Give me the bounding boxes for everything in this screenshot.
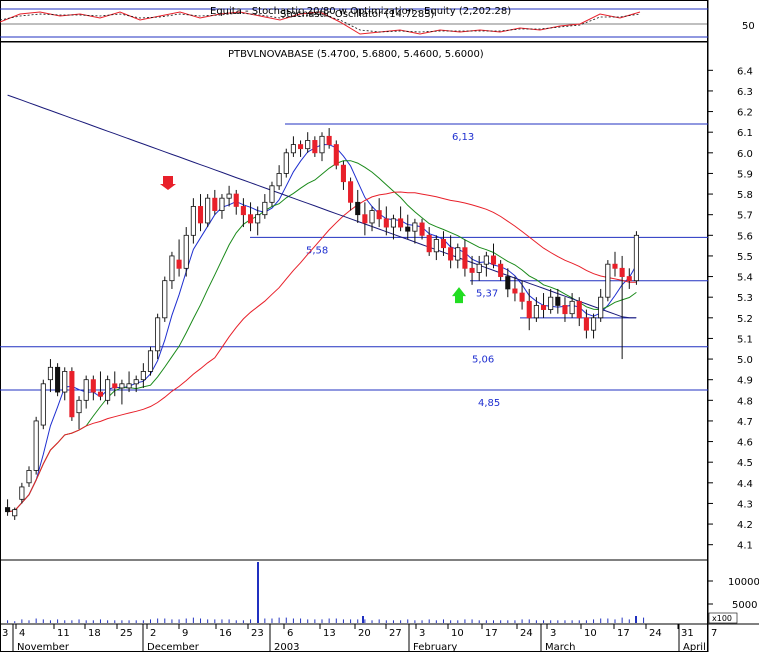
level-label: 5,37 (476, 289, 498, 300)
candle (283, 148, 289, 178)
level-label: 5,58 (306, 245, 328, 256)
month-label: December (147, 642, 200, 653)
price-tick-label: 5.8 (737, 190, 753, 201)
candle (605, 260, 611, 302)
main-title: PTBVLNOVABASE (5.4700, 5.6800, 5.4600, 5… (228, 49, 484, 60)
month-label: March (545, 642, 575, 653)
volume-tick-10000: 10000 (728, 577, 759, 588)
candle (633, 231, 639, 285)
level-label: 6,13 (452, 132, 474, 143)
volume-tick-5000: 5000 (732, 600, 757, 611)
date-tick-label: 17 (485, 628, 498, 639)
date-tick-label: 2 (150, 628, 156, 639)
date-tick-label: 13 (323, 628, 336, 639)
price-tick-label: 4.4 (737, 479, 753, 490)
price-tick-label: 6.3 (737, 87, 753, 98)
date-tick-label: 9 (182, 628, 188, 639)
candle (105, 375, 111, 405)
chart-frame (0, 0, 708, 652)
price-axis: 6.4 6.3 6.2 6.1 6.0 5.9 5.8 5.7 5.6 5.5 5.4 5.3 5.2 5… (708, 66, 753, 552)
stochastic-panel: Equita - Stochastic 20/80 w Optimization… (0, 0, 755, 42)
price-tick-label: 5.3 (737, 293, 753, 304)
date-tick-label: 24 (649, 628, 662, 639)
candle (55, 363, 61, 397)
date-tick-label: 3 (2, 628, 8, 639)
price-tick-label: 4.2 (737, 520, 753, 531)
price-tick-label: 4.5 (737, 458, 753, 469)
candle (147, 346, 154, 376)
date-tick-label: 4 (19, 628, 25, 639)
stochastic-scale-label: 50 (742, 21, 755, 32)
date-tick-label: 7 (711, 628, 717, 639)
date-tick-label: 3 (550, 628, 556, 639)
date-tick-label: 24 (520, 628, 533, 639)
candle (205, 194, 211, 228)
price-tick-label: 5.4 (737, 273, 753, 284)
price-tick-label: 5.7 (737, 211, 753, 222)
price-tick-label: 6.0 (737, 149, 753, 160)
level-label: 5,06 (472, 355, 494, 366)
date-tick-label: 17 (617, 628, 630, 639)
price-tick-label: 5.5 (737, 252, 753, 263)
price-tick-label: 5.2 (737, 314, 753, 325)
date-tick-label: 31 (681, 628, 694, 639)
price-tick-label: 4.9 (737, 376, 753, 387)
price-tick-label: 5.9 (737, 169, 753, 180)
price-tick-label: 5.0 (737, 355, 753, 366)
date-tick-label: 18 (88, 628, 101, 639)
date-tick-label: 23 (251, 628, 264, 639)
price-tick-label: 6.1 (737, 128, 753, 139)
chart-canvas: Equita - Stochastic 20/80 w Optimization… (0, 0, 759, 653)
date-tick-label: 10 (451, 628, 464, 639)
candle (69, 367, 75, 421)
price-tick-label: 4.1 (737, 541, 753, 552)
stochastic-overlay-title: Stochastic Oscillator (14.7283) (280, 9, 435, 20)
month-label: November (17, 642, 70, 653)
month-label: April (683, 642, 706, 653)
date-tick-label: 27 (389, 628, 402, 639)
price-tick-label: 4.3 (737, 499, 753, 510)
price-tick-label: 4.7 (737, 417, 753, 428)
month-label: February (413, 642, 457, 653)
date-tick-label: 6 (287, 628, 293, 639)
month-label: 2003 (274, 642, 299, 653)
price-tick-label: 4.8 (737, 396, 753, 407)
level-label: 4,85 (478, 398, 500, 409)
candle (33, 416, 39, 475)
volume-axis: 10000 5000 x100 (708, 577, 759, 624)
price-tick-label: 5.6 (737, 231, 753, 242)
candle (40, 379, 46, 430)
date-tick-label: 11 (57, 628, 70, 639)
date-tick-label: 3 (419, 628, 425, 639)
price-tick-label: 6.4 (737, 66, 753, 77)
price-tick-label: 5.1 (737, 334, 753, 345)
date-tick-label: 10 (584, 628, 597, 639)
candle (333, 140, 339, 170)
date-tick-label: 16 (219, 628, 232, 639)
candle (162, 276, 168, 322)
price-tick-label: 4.6 (737, 438, 753, 449)
price-tick-label: 6.2 (737, 108, 753, 119)
date-tick-label: 20 (358, 628, 371, 639)
volume-multiplier: x100 (712, 614, 732, 623)
date-tick-label: 25 (120, 628, 133, 639)
